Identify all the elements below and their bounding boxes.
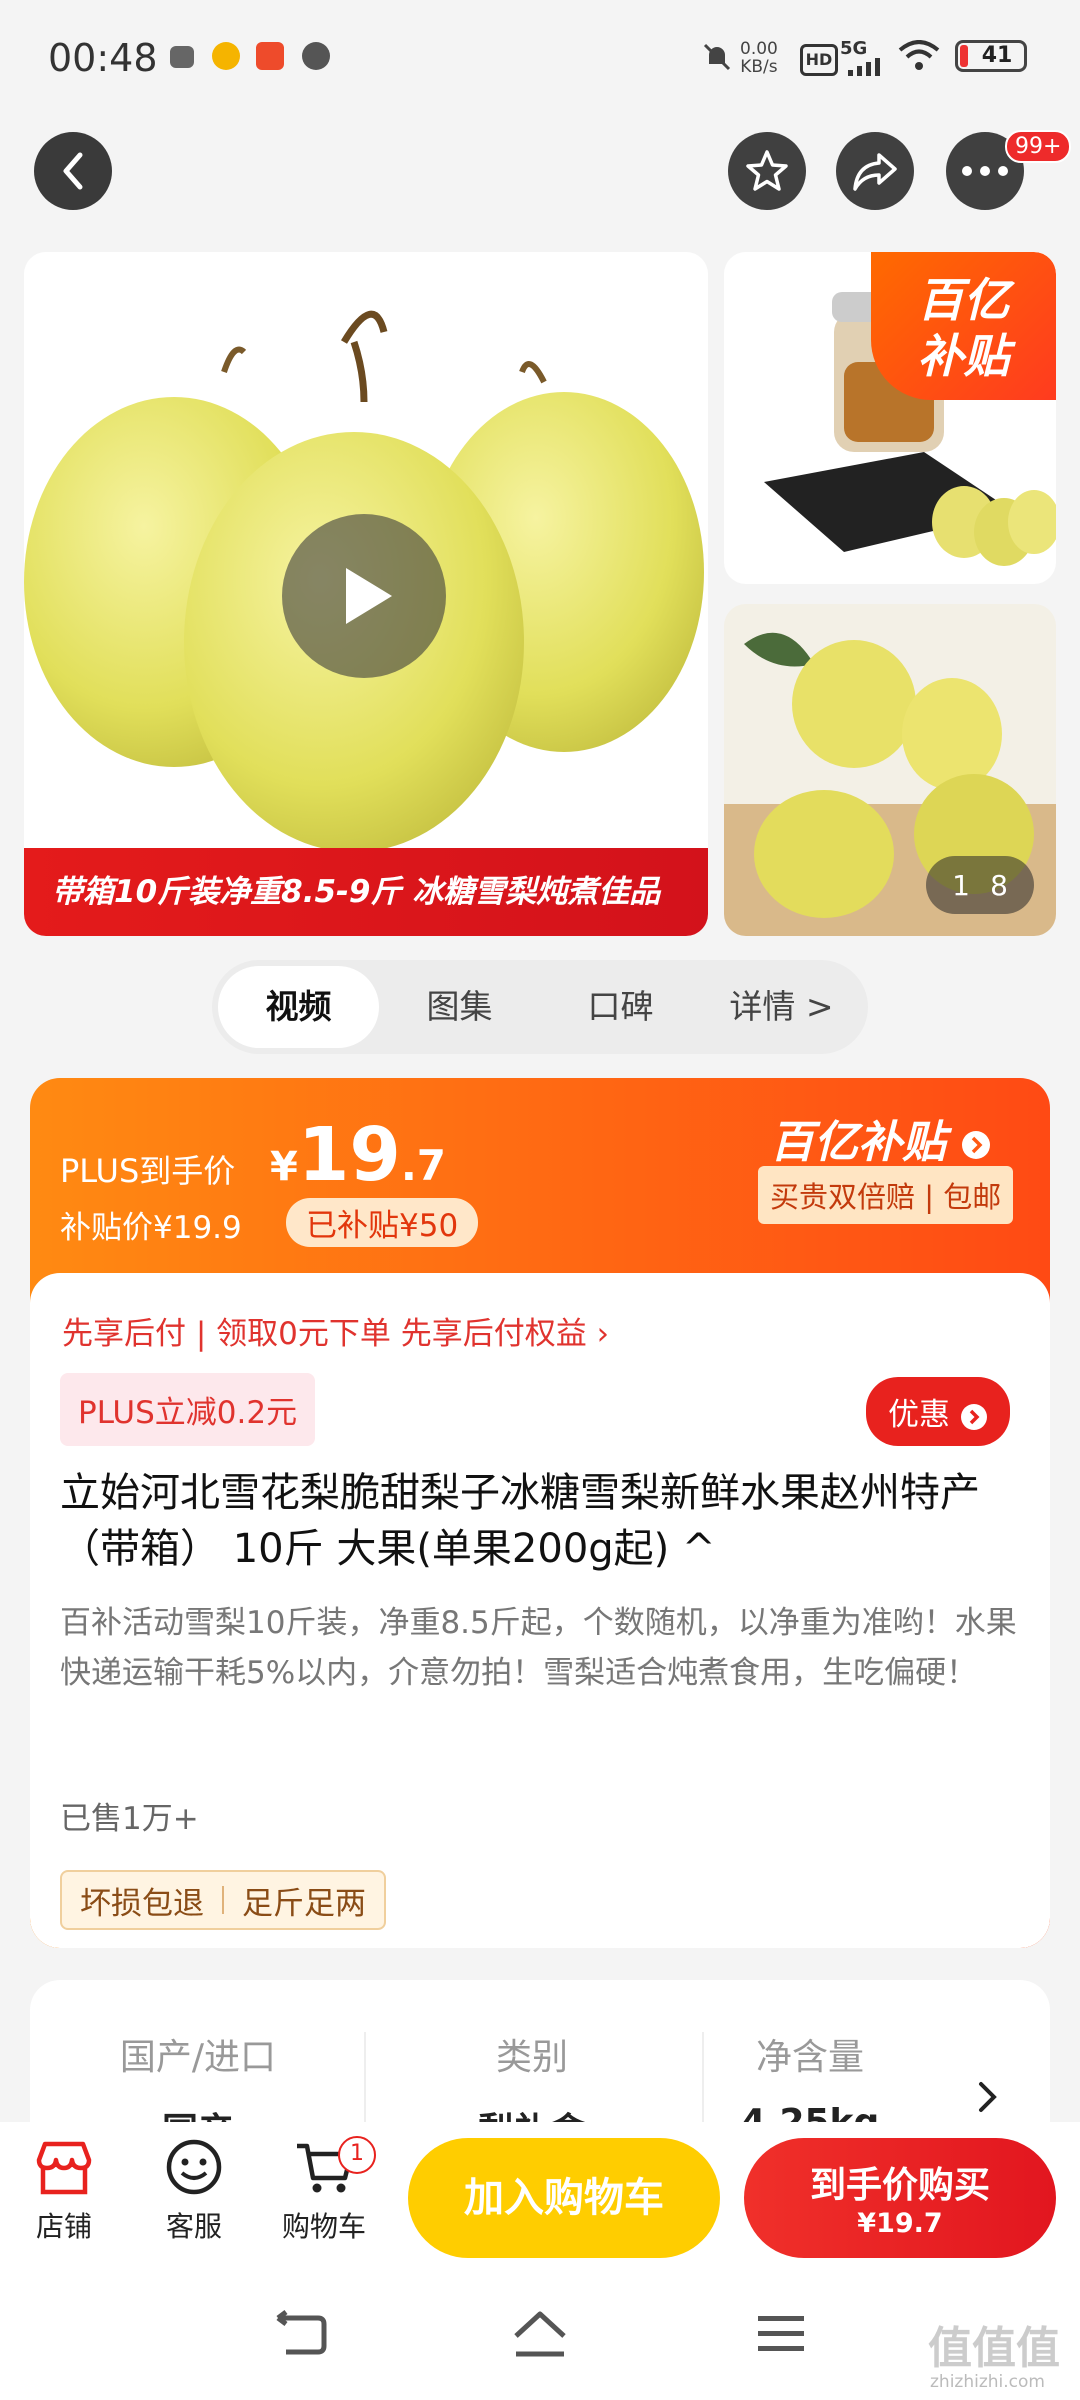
media-tabs: 视频 图集 口碑 详情 > bbox=[212, 960, 868, 1054]
hd-icon: HD bbox=[800, 44, 838, 76]
plus-price: ¥19.7 bbox=[270, 1112, 447, 1198]
plus-discount-badge: PLUS立减0.2元 bbox=[60, 1373, 316, 1446]
tab-gallery[interactable]: 图集 bbox=[379, 966, 540, 1048]
chat-icon bbox=[166, 2139, 222, 2195]
signal-label: 5G bbox=[840, 38, 868, 59]
sold-count: 已售1万+ bbox=[60, 1801, 199, 1837]
gallery-thumbnail-1[interactable]: 百亿 补贴 bbox=[724, 252, 1056, 584]
divider bbox=[364, 2032, 366, 2122]
star-icon bbox=[746, 150, 788, 191]
battery-icon: 41 bbox=[955, 40, 1027, 72]
play-video-button[interactable] bbox=[282, 514, 446, 678]
shop-button[interactable]: 店铺 bbox=[4, 2138, 124, 2245]
home-nav-icon[interactable] bbox=[510, 2306, 570, 2362]
app-notification-icon bbox=[212, 42, 240, 70]
status-time: 00:48 bbox=[48, 36, 158, 80]
gallery-main-image[interactable]: 带箱10斤装净重8.5-9斤 冰糖雪梨炖煮佳品 bbox=[24, 252, 708, 936]
back-nav-icon[interactable] bbox=[272, 2310, 328, 2360]
chevron-left-icon bbox=[63, 152, 83, 190]
net-speed: 0.00 KB/s bbox=[740, 39, 778, 77]
buy-now-button[interactable]: 到手价购买 ¥19.7 bbox=[744, 2138, 1056, 2258]
service-tag: 足斤足两 bbox=[242, 1885, 366, 1922]
chevron-right-circle-icon bbox=[962, 1131, 991, 1159]
wifi-icon bbox=[898, 40, 940, 70]
product-info: 先享后付 | 领取0元下单 先享后付权益 › PLUS立减0.2元 优惠 立始河… bbox=[30, 1273, 1050, 1948]
paylater-link[interactable]: 先享后付 | 领取0元下单 先享后付权益 › bbox=[62, 1308, 609, 1353]
shop-notification-icon bbox=[256, 42, 284, 70]
divider bbox=[702, 2032, 704, 2122]
service-tags[interactable]: 坏损包退 足斤足两 bbox=[60, 1870, 386, 1930]
tab-details[interactable]: 详情 > bbox=[701, 966, 862, 1048]
mute-icon bbox=[703, 43, 731, 71]
status-bar: 00:48 0.00 KB/s HD 5G 41 bbox=[0, 0, 1080, 115]
play-icon bbox=[346, 568, 392, 624]
gallery-thumbnail-2[interactable]: 18 bbox=[724, 604, 1056, 936]
back-button[interactable] bbox=[34, 132, 112, 210]
more-icon bbox=[962, 166, 1008, 176]
notification-badge: 99+ bbox=[1005, 130, 1072, 163]
message-notification-icon bbox=[302, 42, 330, 70]
signal-icon bbox=[848, 58, 880, 76]
promo-tags: 买贵双倍赔 | 包邮 bbox=[758, 1166, 1014, 1224]
watermark-logo: 值值值 bbox=[928, 2323, 1060, 2374]
tab-video[interactable]: 视频 bbox=[218, 966, 379, 1048]
chevron-right-circle-icon bbox=[960, 1403, 987, 1430]
customer-service-button[interactable]: 客服 bbox=[134, 2138, 254, 2245]
subsidy-badge: 百亿 补贴 bbox=[871, 252, 1056, 400]
add-to-cart-button[interactable]: 加入购物车 bbox=[408, 2138, 720, 2258]
promo-title[interactable]: 百亿补贴 bbox=[770, 1106, 991, 1170]
subsidized-amount: 已补贴¥50 bbox=[286, 1198, 479, 1247]
product-description: 百补活动雪梨10斤装，净重8.5斤起，个数随机，以净重为准哟！水果快递运输干耗5… bbox=[60, 1605, 1017, 1691]
cart-count-badge: 1 bbox=[338, 2136, 376, 2174]
price-card: PLUS到手价 ¥19.7 补贴价¥19.9 已补贴¥50 百亿补贴 买贵双倍赔… bbox=[30, 1078, 1050, 1948]
chevron-right-icon[interactable] bbox=[976, 2080, 1000, 2114]
subsidy-price: 补贴价¥19.9 bbox=[60, 1210, 242, 1246]
service-tag: 坏损包退 bbox=[80, 1885, 204, 1922]
menu-nav-icon[interactable] bbox=[756, 2312, 806, 2356]
plus-price-label: PLUS到手价 bbox=[60, 1152, 236, 1190]
shop-icon bbox=[36, 2141, 92, 2195]
gallery-caption: 带箱10斤装净重8.5-9斤 冰糖雪梨炖煮佳品 bbox=[24, 848, 708, 936]
share-icon bbox=[853, 153, 897, 191]
share-button[interactable] bbox=[836, 132, 914, 210]
watermark-site: zhizhizhi.com bbox=[930, 2372, 1045, 2392]
favorite-button[interactable] bbox=[728, 132, 806, 210]
coupon-button[interactable]: 优惠 bbox=[866, 1377, 1010, 1446]
gallery-notification-icon bbox=[170, 46, 194, 68]
product-title[interactable]: 立始河北雪花梨脆甜梨子冰糖雪梨新鲜水果赵州特产（带箱） 10斤 大果(单果200… bbox=[60, 1465, 1020, 1577]
tab-reviews[interactable]: 口碑 bbox=[540, 966, 701, 1048]
gallery-counter: 18 bbox=[926, 856, 1034, 914]
